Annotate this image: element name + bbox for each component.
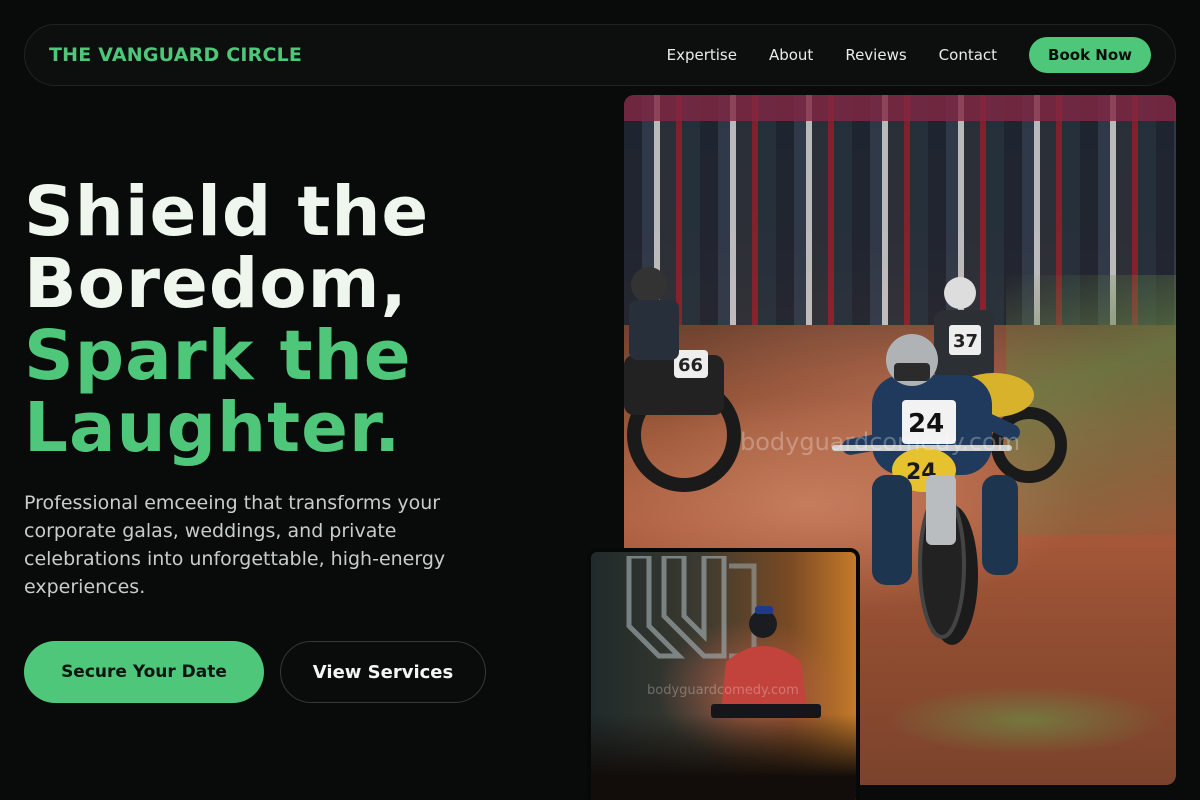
secure-your-date-button[interactable]: Secure Your Date — [24, 641, 264, 703]
main-photo-watermark: bodyguardcomedy.com — [740, 428, 1021, 456]
inset-photo-performer: bodyguardcomedy.com — [587, 548, 860, 800]
stage-performer — [711, 606, 821, 718]
nav-link-about[interactable]: About — [769, 46, 813, 64]
hero-title-line-3: Spark the — [24, 316, 412, 396]
nav-link-reviews[interactable]: Reviews — [845, 46, 906, 64]
nav-link-expertise[interactable]: Expertise — [667, 46, 737, 64]
inset-crowd-silhouette — [591, 714, 856, 800]
photo-grass-lower — [886, 685, 1166, 755]
hero-title-line-1: Shield the — [24, 172, 430, 252]
top-navbar: THE VANGUARD CIRCLE Expertise About Revi… — [24, 24, 1176, 86]
hero-title: Shield the Boredom, Spark the Laughter. — [24, 176, 604, 464]
hero-title-line-4: Laughter. — [24, 388, 402, 468]
view-services-button[interactable]: View Services — [280, 641, 486, 703]
hero-subtitle: Professional emceeing that transforms yo… — [24, 492, 446, 598]
nav-link-contact[interactable]: Contact — [939, 46, 997, 64]
brand-logo[interactable]: THE VANGUARD CIRCLE — [49, 44, 302, 66]
book-now-button[interactable]: Book Now — [1029, 37, 1151, 73]
bg-bib-66: 66 — [678, 355, 703, 376]
nav-links: Expertise About Reviews Contact Book Now — [667, 37, 1151, 73]
inset-photo-watermark: bodyguardcomedy.com — [647, 683, 799, 698]
hero-title-line-2: Boredom, — [24, 244, 408, 324]
